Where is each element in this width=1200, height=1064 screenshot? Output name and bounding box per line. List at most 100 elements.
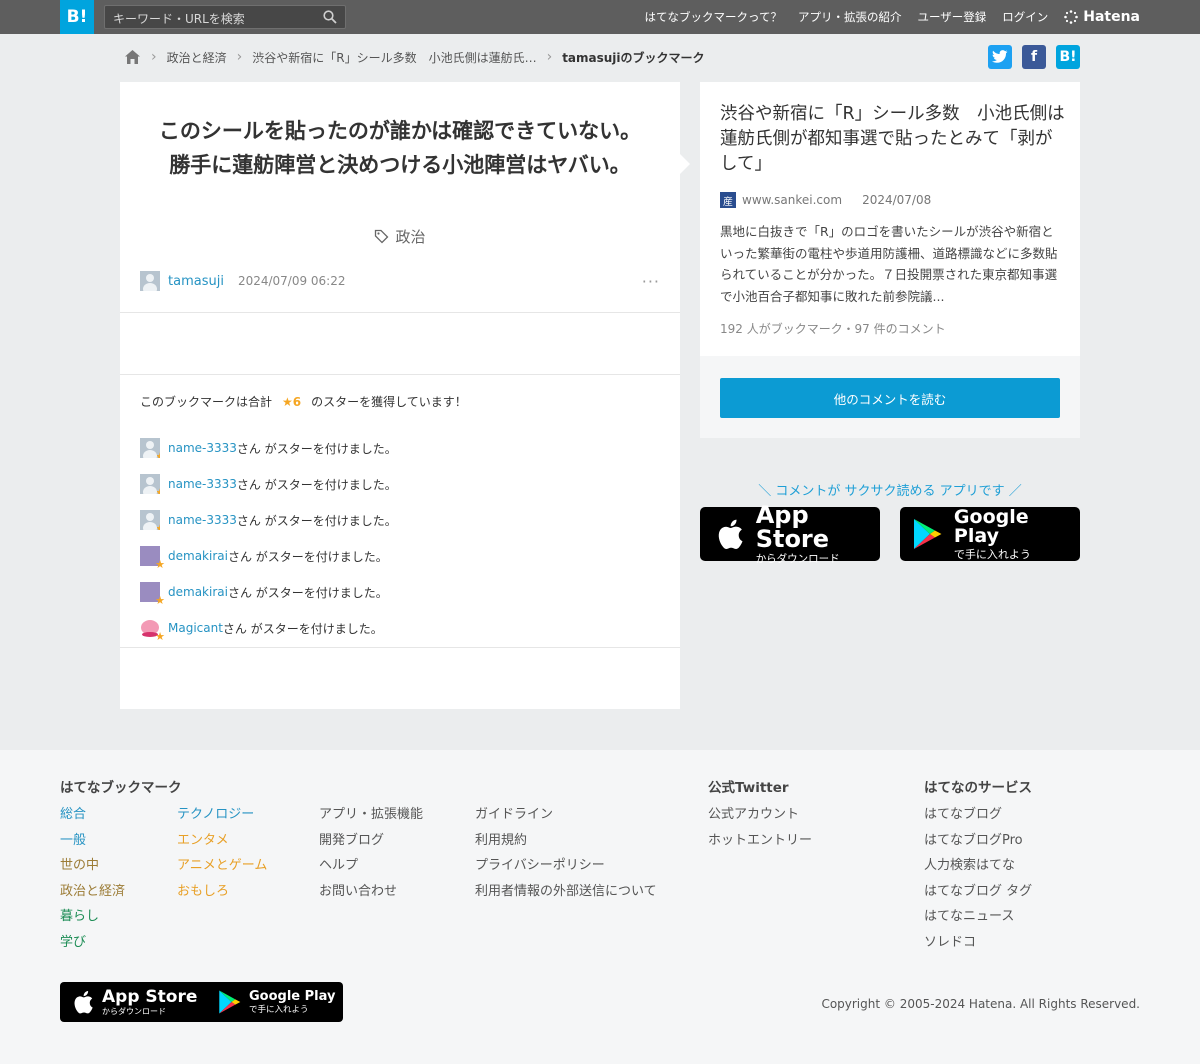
avatar[interactable]: ★ xyxy=(140,582,165,606)
star-item: ★ name-3333さん がスターを付けました。 xyxy=(140,430,397,466)
tag-icon xyxy=(375,229,389,244)
star-summary-prefix: このブックマークは合計 xyxy=(140,395,273,409)
bookmark-date[interactable]: 2024/07/09 06:22 xyxy=(238,274,346,288)
site-favicon: 産 xyxy=(720,192,736,208)
footer-twitter-links: 公式アカウント ホットエントリー xyxy=(708,802,812,853)
search-input[interactable]: キーワード・URLを検索 xyxy=(113,10,245,27)
footer-twitter-official[interactable]: 公式アカウント xyxy=(708,807,799,822)
footer-google-play-big: Google Play xyxy=(249,988,336,1004)
footer-cat-knowledge[interactable]: 学び xyxy=(60,935,86,950)
footer-google-play-button[interactable]: Google Play で手に入れよう xyxy=(209,982,343,1022)
avatar[interactable]: ★ xyxy=(140,510,160,530)
footer-bookmark-heading: はてなブックマーク xyxy=(60,780,182,796)
star-user-name[interactable]: demakirai xyxy=(168,549,228,563)
footer-cat-entertainment[interactable]: エンタメ xyxy=(177,833,229,848)
star-item: ★ name-3333さん がスターを付けました。 xyxy=(140,502,397,538)
star-user-name[interactable]: name-3333 xyxy=(168,513,237,527)
avatar[interactable]: ★ xyxy=(140,474,160,494)
footer-cat-all[interactable]: 総合 xyxy=(60,807,86,822)
hatena-link[interactable]: Hatena xyxy=(1064,9,1140,25)
nav-register[interactable]: ユーザー登録 xyxy=(917,9,986,25)
read-other-comments-button[interactable]: 他のコメントを読む xyxy=(720,378,1060,418)
app-store-small: からダウンロード xyxy=(755,553,840,566)
apple-icon xyxy=(718,519,743,549)
star-text: さん がスターを付けました。 xyxy=(236,477,397,492)
star-icon: ★ xyxy=(155,487,160,494)
star-text: さん がスターを付けました。 xyxy=(227,585,388,600)
home-icon[interactable] xyxy=(124,49,141,65)
footer-app-store-button[interactable]: App Store からダウンロード xyxy=(60,982,221,1022)
bookmark-tag[interactable]: 政治 xyxy=(120,226,680,247)
star-text: さん がスターを付けました。 xyxy=(236,441,397,456)
bookmark-user-name[interactable]: tamasuji xyxy=(168,274,224,289)
footer-link-help[interactable]: ヘルプ xyxy=(319,858,358,873)
footer-link-contact[interactable]: お問い合わせ xyxy=(319,884,397,899)
star-user-name[interactable]: demakirai xyxy=(168,585,228,599)
search-box[interactable]: キーワード・URLを検索 xyxy=(104,5,346,29)
footer-cat-world[interactable]: 世の中 xyxy=(60,858,99,873)
footer-app-store-big: App Store xyxy=(102,986,198,1007)
nav-apps[interactable]: アプリ・拡張の紹介 xyxy=(798,9,902,25)
google-play-small: で手に入れよう xyxy=(953,548,1031,561)
app-store-button[interactable]: App Store からダウンロード xyxy=(700,503,880,564)
google-play-icon xyxy=(913,519,942,549)
footer-service-blog-tag[interactable]: はてなブログ タグ xyxy=(924,884,1032,899)
avatar[interactable]: ★ xyxy=(140,618,165,642)
footer-category-list-2: テクノロジー エンタメ アニメとゲーム おもしろ xyxy=(177,802,267,904)
google-play-button[interactable]: Google Play で手に入れよう xyxy=(900,507,1080,561)
footer: はてなブックマーク 総合 一般 世の中 政治と経済 暮らし 学び テクノロジー … xyxy=(0,750,1200,1064)
search-icon[interactable] xyxy=(323,10,337,24)
star-item: ★ Magicant さん がスターを付けました。 xyxy=(140,610,397,646)
footer-service-q[interactable]: 人力検索はてな xyxy=(924,858,1015,873)
footer-service-blog-pro[interactable]: はてなブログPro xyxy=(924,833,1023,848)
entry-domain[interactable]: www.sankei.com xyxy=(742,193,842,207)
divider xyxy=(120,312,680,313)
star-user-name[interactable]: name-3333 xyxy=(168,441,237,455)
star-user-name[interactable]: Magicant xyxy=(168,621,223,635)
entry-bookmark-count[interactable]: 192 人がブックマーク・97 件のコメント xyxy=(720,320,946,337)
avatar[interactable]: ★ xyxy=(140,546,165,570)
footer-link-terms[interactable]: 利用規約 xyxy=(475,833,527,848)
share-buttons: f B! xyxy=(988,45,1080,69)
star-icon: ★ xyxy=(155,523,160,530)
tag-label[interactable]: 政治 xyxy=(395,226,425,247)
footer-cat-politics[interactable]: 政治と経済 xyxy=(60,884,125,899)
hatena-bookmark-share-button[interactable]: B! xyxy=(1056,45,1080,69)
avatar[interactable]: ★ xyxy=(140,438,160,458)
footer-link-guideline[interactable]: ガイドライン xyxy=(475,807,553,822)
footer-service-news[interactable]: はてなニュース xyxy=(924,909,1014,924)
footer-service-blog[interactable]: はてなブログ xyxy=(924,807,1002,822)
footer-twitter-hotentry[interactable]: ホットエントリー xyxy=(708,833,812,848)
star-text: さん がスターを付けました。 xyxy=(227,549,388,564)
footer-cat-life[interactable]: 暮らし xyxy=(60,909,99,924)
breadcrumb-category[interactable]: 政治と経済 xyxy=(167,49,227,66)
footer-service-soredoko[interactable]: ソレドコ xyxy=(924,935,976,950)
entry-title[interactable]: 渋谷や新宿に「R」シール多数 小池氏側は蓮舫氏側が都知事選で貼ったとみて「剥がし… xyxy=(720,102,1065,177)
breadcrumb-separator: › xyxy=(236,49,243,65)
footer-link-external-transmission[interactable]: 利用者情報の外部送信について xyxy=(475,884,657,899)
footer-links-2: ガイドライン 利用規約 プライバシーポリシー 利用者情報の外部送信について xyxy=(475,802,657,904)
nav-about[interactable]: はてなブックマークって？ xyxy=(645,9,782,25)
footer-cat-fun[interactable]: おもしろ xyxy=(177,884,229,899)
star-text: さん がスターを付けました。 xyxy=(222,621,383,636)
footer-link-dev-blog[interactable]: 開発ブログ xyxy=(319,833,384,848)
footer-app-store-small: からダウンロード xyxy=(102,1006,166,1016)
star-user-name[interactable]: name-3333 xyxy=(168,477,237,491)
breadcrumb-entry[interactable]: 渋谷や新宿に「R」シール多数 小池氏側は蓮舫氏… xyxy=(252,49,536,66)
facebook-share-button[interactable]: f xyxy=(1022,45,1046,69)
avatar[interactable] xyxy=(140,271,160,291)
footer-link-apps[interactable]: アプリ・拡張機能 xyxy=(319,807,423,822)
footer-category-list-1: 総合 一般 世の中 政治と経済 暮らし 学び xyxy=(60,802,125,956)
footer-cat-game[interactable]: アニメとゲーム xyxy=(177,858,267,873)
breadcrumb-separator: › xyxy=(546,49,553,65)
google-play-big: Google Play xyxy=(953,506,1029,547)
nav-login[interactable]: ログイン xyxy=(1002,9,1048,25)
footer-link-privacy[interactable]: プライバシーポリシー xyxy=(475,858,605,873)
footer-cat-it[interactable]: テクノロジー xyxy=(177,807,254,822)
hatena-bookmark-logo[interactable]: B! xyxy=(60,0,94,34)
twitter-share-button[interactable] xyxy=(988,45,1012,69)
google-play-icon xyxy=(219,990,241,1014)
star-icon: ★ xyxy=(155,451,160,458)
footer-cat-general[interactable]: 一般 xyxy=(60,833,86,848)
more-menu-icon[interactable]: ··· xyxy=(642,272,660,291)
